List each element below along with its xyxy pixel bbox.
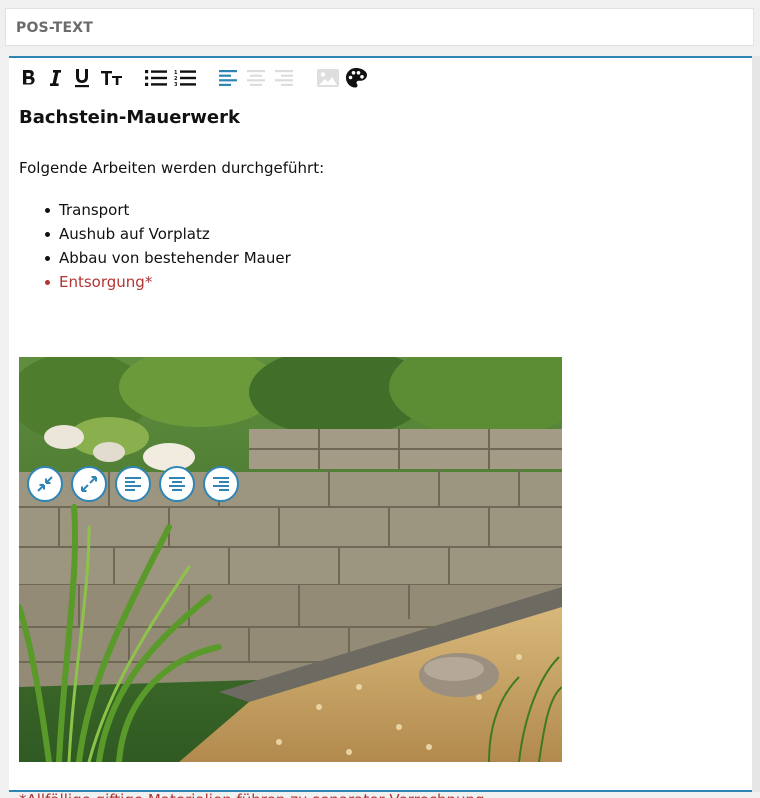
work-list: Transport Aushub auf Vorplatz Abbau von … [45,198,291,294]
bullet-list-button[interactable] [144,66,168,90]
content-heading: Bachstein-Mauerwerk [19,107,240,128]
list-item: Aushub auf Vorplatz [45,222,291,246]
image-align-center-button[interactable] [159,466,195,502]
footnote-text: *Allfällige giftige Materialien führen z… [19,790,489,798]
align-center-button[interactable] [246,66,266,90]
editor-content[interactable]: Bachstein-Mauerwerk Folgende Arbeiten we… [19,106,739,798]
align-left-button[interactable] [218,66,238,90]
bold-button[interactable] [19,66,39,90]
text-color-button[interactable] [344,66,368,90]
section-title: POS-TEXT [16,20,94,36]
svg-text:3: 3 [174,82,178,87]
list-item: Abbau von bestehender Mauer [45,246,291,270]
section-header: POS-TEXT [5,8,754,46]
image-align-right-button[interactable] [203,466,239,502]
italic-button[interactable] [46,66,64,90]
editor-scrollbar-track[interactable] [752,56,760,792]
list-item: Entsorgung* [45,270,291,294]
align-right-icon [213,477,229,491]
align-right-button[interactable] [274,66,294,90]
wall-photo[interactable] [19,357,562,762]
numbered-list-button[interactable]: 123 [173,66,197,90]
align-center-icon [169,477,185,491]
shrink-image-button[interactable] [27,466,63,502]
list-item: Transport [45,198,291,222]
align-left-icon [125,477,141,491]
insert-image-button[interactable] [316,66,340,90]
intro-text: Folgende Arbeiten werden durchgeführt: [19,159,325,177]
shrink-icon [37,476,53,492]
expand-icon [81,476,97,492]
rich-text-editor[interactable]: 123 Bachstein-Mauerwerk Folgende Arbeite… [9,56,752,798]
text-size-button[interactable] [100,66,124,90]
underline-button[interactable] [72,66,92,90]
image-align-left-button[interactable] [115,466,151,502]
expand-image-button[interactable] [71,466,107,502]
